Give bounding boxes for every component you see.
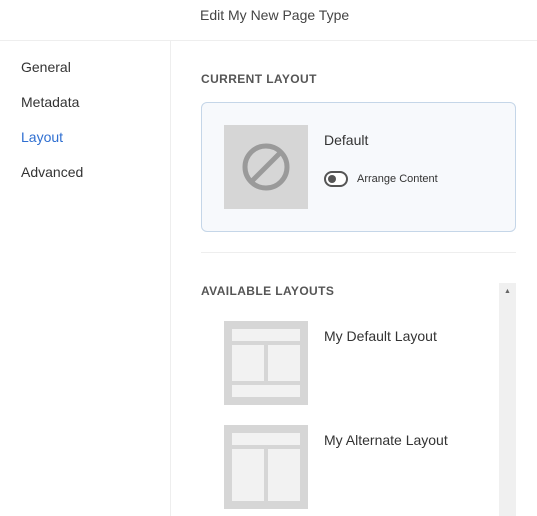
sidebar-item-advanced[interactable]: Advanced <box>21 164 83 180</box>
current-layout-name: Default <box>324 132 369 148</box>
current-layout-heading: CURRENT LAYOUT <box>201 72 317 86</box>
header-two-column-layout-icon <box>232 433 300 501</box>
layout-option-label: My Default Layout <box>324 328 437 344</box>
section-divider <box>201 252 516 253</box>
header-two-column-footer-layout-icon <box>232 329 300 397</box>
scroll-up-icon[interactable]: ▲ <box>499 283 516 300</box>
sidebar: General Metadata Layout Advanced <box>0 41 171 516</box>
sidebar-item-general[interactable]: General <box>21 59 71 75</box>
arrange-content-toggle[interactable] <box>324 171 348 187</box>
available-layouts-heading: AVAILABLE LAYOUTS <box>201 284 335 298</box>
toggle-knob <box>328 175 336 183</box>
layout-option-default[interactable]: My Default Layout <box>224 321 494 405</box>
layout-option-alternate[interactable]: My Alternate Layout <box>224 425 494 509</box>
no-layout-icon <box>242 143 290 191</box>
current-layout-card: Default Arrange Content <box>201 102 516 232</box>
main-content: CURRENT LAYOUT Default Arrange Content A… <box>172 41 537 516</box>
dialog-title: Edit My New Page Type <box>200 7 350 23</box>
sidebar-item-layout[interactable]: Layout <box>21 129 63 145</box>
layout-thumbnail <box>224 425 308 509</box>
sidebar-item-metadata[interactable]: Metadata <box>21 94 79 110</box>
layout-option-label: My Alternate Layout <box>324 432 448 448</box>
layout-thumbnail <box>224 321 308 405</box>
arrange-content-toggle-row[interactable]: Arrange Content <box>324 171 438 187</box>
layouts-scrollbar[interactable]: ▲ <box>499 283 516 516</box>
arrange-content-label: Arrange Content <box>357 173 438 185</box>
dialog-header: Edit My New Page Type <box>0 0 537 41</box>
current-layout-thumbnail <box>224 125 308 209</box>
